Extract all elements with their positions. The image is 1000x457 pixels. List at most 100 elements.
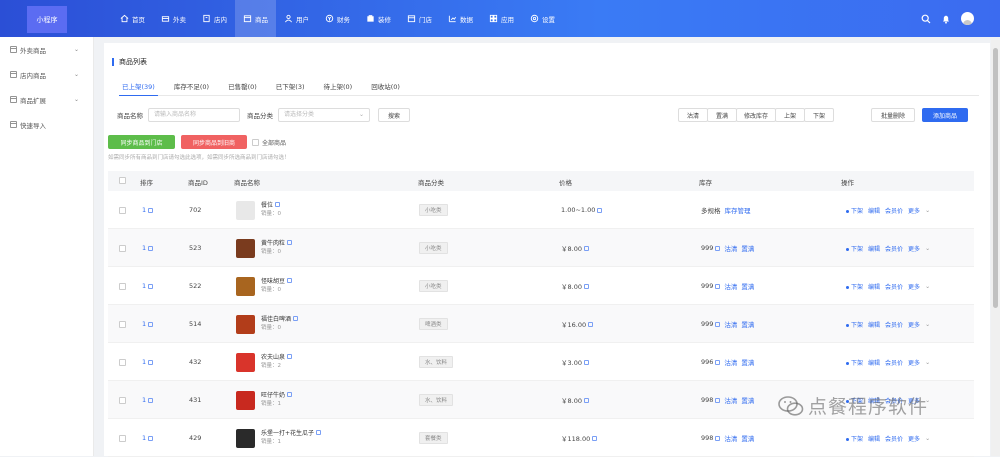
edit-icon[interactable]	[148, 207, 154, 213]
edit-icon[interactable]	[148, 397, 154, 403]
stock-link[interactable]: 沽清	[724, 395, 737, 405]
tab-4[interactable]: 已下架(3)	[273, 80, 308, 96]
stock-link[interactable]: 置满	[741, 395, 754, 405]
stock-link[interactable]: 置满	[741, 243, 754, 253]
tab-5[interactable]: 待上架(0)	[321, 80, 356, 96]
row-checkbox[interactable]	[119, 358, 126, 366]
edit-link[interactable]: 编辑	[868, 244, 880, 253]
stock-link[interactable]: 置满	[741, 281, 754, 291]
row-checkbox[interactable]	[119, 206, 126, 214]
select-all-checkbox[interactable]	[119, 177, 126, 184]
stock-link[interactable]: 沽清	[724, 243, 737, 253]
page-scrollbar[interactable]	[991, 40, 1000, 456]
edit-icon[interactable]	[715, 283, 721, 289]
edit-icon[interactable]	[316, 430, 322, 435]
name-input[interactable]: 请输入商品名称	[148, 108, 240, 122]
edit-icon[interactable]	[715, 435, 721, 441]
sidebar-item-1[interactable]: 外卖商品 ⌄	[0, 37, 93, 62]
sort-value[interactable]: 1	[142, 206, 146, 214]
edit-icon[interactable]	[287, 240, 293, 245]
nav-item-decorate[interactable]: 装修	[358, 0, 399, 37]
edit-icon[interactable]	[148, 435, 154, 441]
user-avatar[interactable]	[961, 12, 974, 25]
row-checkbox[interactable]	[119, 244, 126, 252]
tab-2[interactable]: 库存不足(0)	[171, 80, 212, 96]
edit-icon[interactable]	[287, 278, 293, 283]
stock-link[interactable]: 沽清	[724, 281, 737, 291]
edit-link[interactable]: 编辑	[868, 206, 880, 215]
member-price-link[interactable]: 会员价	[885, 206, 903, 215]
sort-value[interactable]: 1	[142, 434, 146, 442]
batch-action-button[interactable]: 修改库存	[736, 108, 776, 122]
nav-item-goods[interactable]: 商品	[235, 0, 276, 37]
edit-icon[interactable]	[715, 321, 721, 327]
edit-icon[interactable]	[293, 316, 299, 321]
chevron-down-icon[interactable]: ⌄	[925, 207, 930, 214]
edit-icon[interactable]	[287, 354, 293, 359]
sidebar-item-3[interactable]: 商品扩展 ⌄	[0, 87, 93, 112]
edit-icon[interactable]	[583, 245, 589, 251]
sort-value[interactable]: 1	[142, 320, 146, 328]
chevron-down-icon[interactable]: ⌄	[925, 283, 930, 290]
edit-icon[interactable]	[715, 359, 721, 365]
edit-icon[interactable]	[592, 435, 598, 441]
chevron-down-icon[interactable]: ⌄	[925, 321, 930, 328]
unlist-link[interactable]: 下架	[846, 320, 863, 329]
member-price-link[interactable]: 会员价	[885, 434, 903, 443]
more-link[interactable]: 更多	[908, 320, 920, 329]
stock-link[interactable]: 置满	[741, 319, 754, 329]
edit-icon[interactable]	[583, 283, 589, 289]
stock-link[interactable]: 沽清	[724, 357, 737, 367]
nav-item-data[interactable]: 数据	[440, 0, 481, 37]
nav-item-takeout[interactable]: 外卖	[153, 0, 194, 37]
edit-icon[interactable]	[597, 207, 603, 213]
member-price-link[interactable]: 会员价	[885, 358, 903, 367]
stock-link[interactable]: 沽清	[724, 319, 737, 329]
tab-1[interactable]: 已上架(39)	[119, 80, 158, 96]
all-products-toggle[interactable]: 全部商品	[252, 138, 286, 147]
sort-value[interactable]: 1	[142, 282, 146, 290]
member-price-link[interactable]: 会员价	[885, 282, 903, 291]
member-price-link[interactable]: 会员价	[885, 244, 903, 253]
edit-icon[interactable]	[287, 392, 293, 397]
edit-icon[interactable]	[275, 202, 281, 207]
batch-delete-button[interactable]: 批量删除	[871, 108, 915, 122]
sync-to-store-button[interactable]: 同步商品到门店	[108, 135, 175, 149]
edit-icon[interactable]	[583, 359, 589, 365]
unlist-link[interactable]: 下架	[846, 244, 863, 253]
edit-icon[interactable]	[715, 397, 721, 403]
edit-link[interactable]: 编辑	[868, 282, 880, 291]
sidebar-item-4[interactable]: 快速导入	[0, 112, 93, 137]
bell-icon[interactable]	[941, 14, 951, 24]
sort-value[interactable]: 1	[142, 358, 146, 366]
more-link[interactable]: 更多	[908, 434, 920, 443]
sync-to-merchant-button[interactable]: 同步商品到旧商	[181, 135, 247, 149]
more-link[interactable]: 更多	[908, 358, 920, 367]
more-link[interactable]: 更多	[908, 282, 920, 291]
app-logo[interactable]: 小程序	[27, 6, 67, 33]
tab-6[interactable]: 回收站(0)	[368, 80, 403, 96]
nav-item-finance[interactable]: 财务	[317, 0, 358, 37]
edit-link[interactable]: 编辑	[868, 358, 880, 367]
edit-icon[interactable]	[588, 321, 594, 327]
edit-link[interactable]: 编辑	[868, 434, 880, 443]
tab-3[interactable]: 已售罄(0)	[225, 80, 260, 96]
unlist-link[interactable]: 下架	[846, 282, 863, 291]
sort-value[interactable]: 1	[142, 244, 146, 252]
chevron-down-icon[interactable]: ⌄	[925, 359, 930, 366]
sidebar-item-2[interactable]: 店内商品 ⌄	[0, 62, 93, 87]
nav-item-shop[interactable]: 门店	[399, 0, 440, 37]
batch-action-button[interactable]: 置满	[707, 108, 737, 122]
stock-link[interactable]: 置满	[741, 433, 754, 443]
stock-link[interactable]: 置满	[741, 357, 754, 367]
unlist-link[interactable]: 下架	[846, 206, 863, 215]
member-price-link[interactable]: 会员价	[885, 320, 903, 329]
search-button[interactable]: 搜索	[378, 108, 410, 122]
unlist-link[interactable]: 下架	[846, 358, 863, 367]
nav-item-store[interactable]: 店内	[194, 0, 235, 37]
edit-icon[interactable]	[715, 245, 721, 251]
edit-icon[interactable]	[148, 321, 154, 327]
category-select[interactable]: 请选择分类 ⌄	[278, 108, 370, 122]
more-link[interactable]: 更多	[908, 206, 920, 215]
row-checkbox[interactable]	[119, 434, 126, 442]
